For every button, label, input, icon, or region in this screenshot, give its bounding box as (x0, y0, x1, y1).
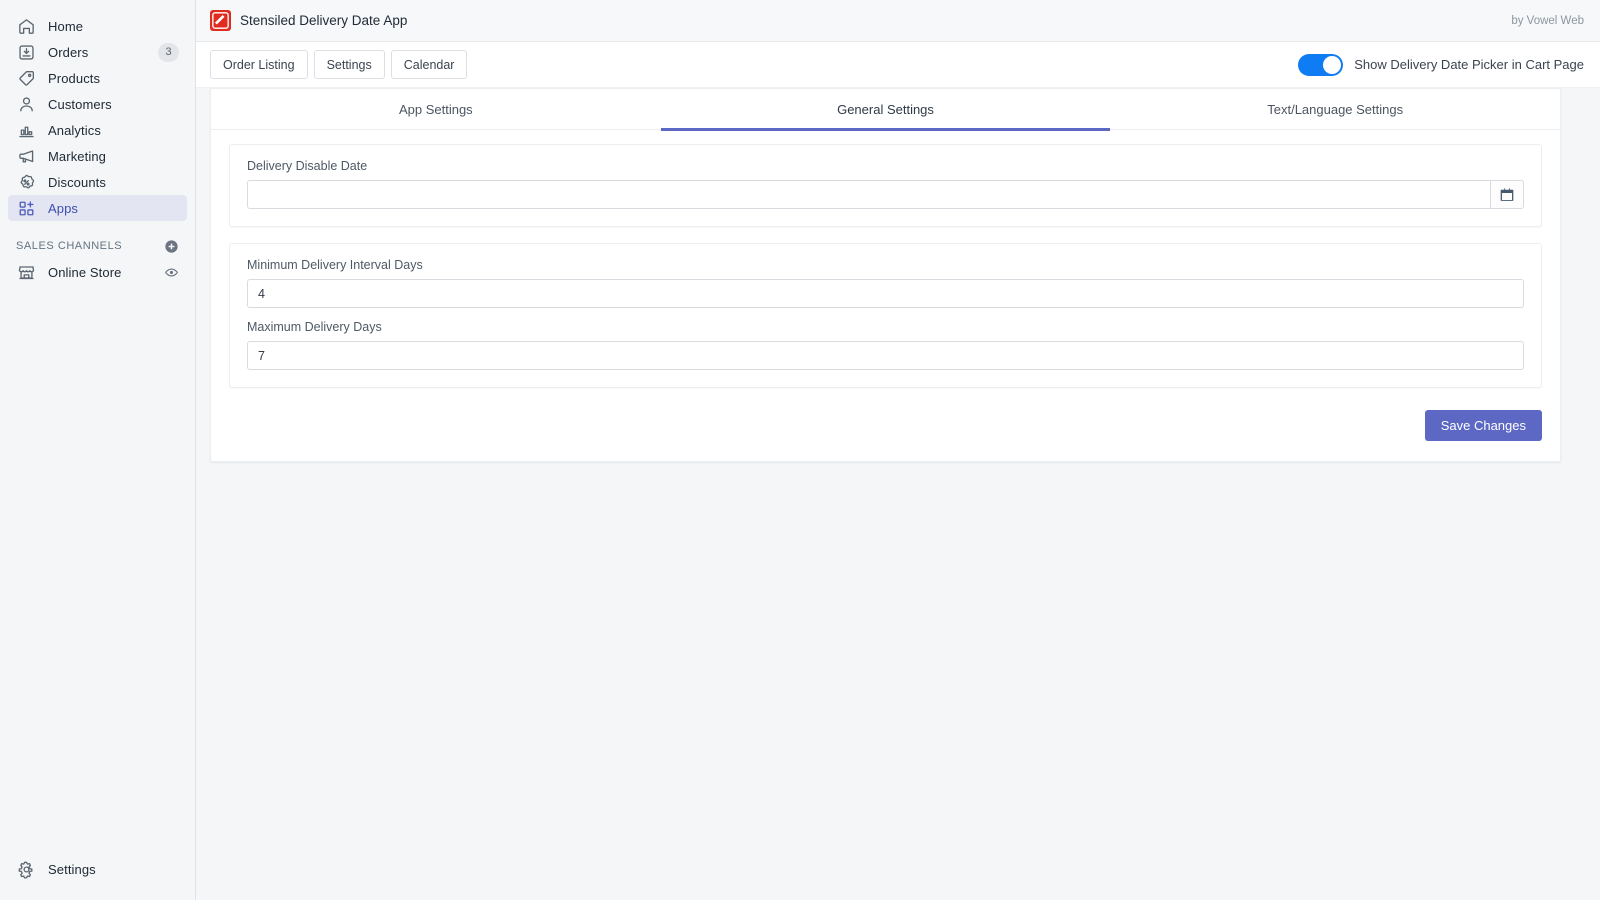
orders-icon (16, 42, 36, 62)
products-icon (16, 68, 36, 88)
sidebar-item-marketing[interactable]: Marketing (8, 143, 187, 169)
sidebar-item-products[interactable]: Products (8, 65, 187, 91)
sales-channels-title: SALES CHANNELS (16, 240, 123, 252)
delivery-disable-date-input[interactable] (247, 180, 1491, 209)
calendar-icon[interactable] (1490, 180, 1524, 209)
sidebar-item-label: Orders (48, 44, 89, 60)
show-delivery-date-picker-toggle[interactable] (1298, 53, 1344, 76)
sidebar-item-label: Customers (48, 96, 112, 112)
sidebar-item-label: Online Store (48, 264, 122, 280)
app-title: Stensiled Delivery Date App (240, 13, 408, 28)
tab-label: App Settings (398, 102, 473, 117)
sidebar-item-label: Home (48, 18, 84, 34)
storefront-icon (16, 262, 36, 282)
tab-label: Text/Language Settings (1267, 102, 1404, 117)
tab-text-language-settings[interactable]: Text/Language Settings (1110, 89, 1560, 130)
sidebar-item-label: Products (48, 70, 101, 86)
sidebar-item-label: Apps (48, 200, 79, 216)
general-settings-panel: Delivery Disable Date Minimum Delivery I… (211, 130, 1560, 461)
save-changes-button[interactable]: Save Changes (1424, 410, 1542, 441)
sidebar-item-orders[interactable]: Orders 3 (8, 39, 187, 65)
settings-button[interactable]: Settings (313, 50, 385, 79)
tab-app-settings[interactable]: App Settings (211, 89, 661, 130)
marketing-icon (16, 146, 36, 166)
app-toolbar: Order Listing Settings Calendar Show Del… (196, 42, 1600, 88)
sidebar-item-home[interactable]: Home (8, 13, 187, 39)
apps-icon (16, 198, 36, 218)
analytics-icon (16, 120, 36, 140)
minimum-delivery-interval-days-field: Minimum Delivery Interval Days (247, 258, 1524, 308)
settings-tabs: App Settings General Settings Text/Langu… (211, 89, 1560, 131)
sidebar-item-label: Analytics (48, 122, 101, 138)
plus-circle-icon[interactable] (164, 239, 179, 254)
settings-card: App Settings General Settings Text/Langu… (210, 88, 1561, 462)
sidebar-item-analytics[interactable]: Analytics (8, 117, 187, 143)
sidebar-item-online-store[interactable]: Online Store (8, 259, 187, 285)
delivery-days-panel: Minimum Delivery Interval Days Maximum D… (229, 243, 1542, 388)
orders-count-badge: 3 (158, 42, 179, 62)
maximum-delivery-days-label: Maximum Delivery Days (247, 320, 382, 334)
minimum-delivery-interval-days-label: Minimum Delivery Interval Days (247, 258, 423, 272)
delivery-disable-date-panel: Delivery Disable Date (229, 144, 1542, 227)
main-area: Stensiled Delivery Date App by Vowel Web… (196, 0, 1600, 900)
tab-general-settings[interactable]: General Settings (660, 89, 1111, 131)
order-listing-button[interactable]: Order Listing (210, 50, 308, 79)
sidebar-item-label: Marketing (48, 148, 106, 164)
content-area: App Settings General Settings Text/Langu… (196, 88, 1600, 462)
app-root: Home Orders 3 Products Customers Analyti… (0, 0, 1600, 900)
delivery-disable-date-label: Delivery Disable Date (247, 159, 368, 173)
toolbar-right-group: Show Delivery Date Picker in Cart Page (1298, 53, 1584, 76)
form-actions: Save Changes (229, 410, 1542, 443)
sidebar-item-apps[interactable]: Apps (8, 195, 187, 221)
discounts-icon (16, 172, 36, 192)
home-icon (16, 16, 36, 36)
sidebar-item-settings[interactable]: Settings (8, 856, 187, 882)
maximum-delivery-days-input[interactable] (247, 341, 1524, 370)
sidebar-item-label: Settings (48, 861, 96, 877)
app-logo-slash-icon (210, 10, 231, 31)
app-header: Stensiled Delivery Date App by Vowel Web (196, 0, 1600, 42)
app-author: by Vowel Web (1511, 14, 1584, 27)
sidebar: Home Orders 3 Products Customers Analyti… (0, 0, 196, 900)
toggle-knob (1323, 55, 1342, 74)
maximum-delivery-days-field: Maximum Delivery Days (247, 320, 1524, 370)
sidebar-bottom-nav: Settings (0, 856, 195, 882)
minimum-delivery-interval-days-input[interactable] (247, 279, 1524, 308)
eye-icon[interactable] (164, 265, 179, 280)
toggle-label: Show Delivery Date Picker in Cart Page (1354, 57, 1584, 72)
gear-icon (16, 859, 36, 879)
sales-channels-section-header: SALES CHANNELS (8, 233, 187, 259)
sidebar-item-customers[interactable]: Customers (8, 91, 187, 117)
tab-label: General Settings (837, 102, 934, 117)
sidebar-item-label: Discounts (48, 174, 106, 190)
sidebar-primary-nav: Home Orders 3 Products Customers Analyti… (0, 0, 195, 221)
customers-icon (16, 94, 36, 114)
delivery-disable-date-group (247, 180, 1524, 209)
calendar-button[interactable]: Calendar (390, 50, 468, 79)
sidebar-item-discounts[interactable]: Discounts (8, 169, 187, 195)
